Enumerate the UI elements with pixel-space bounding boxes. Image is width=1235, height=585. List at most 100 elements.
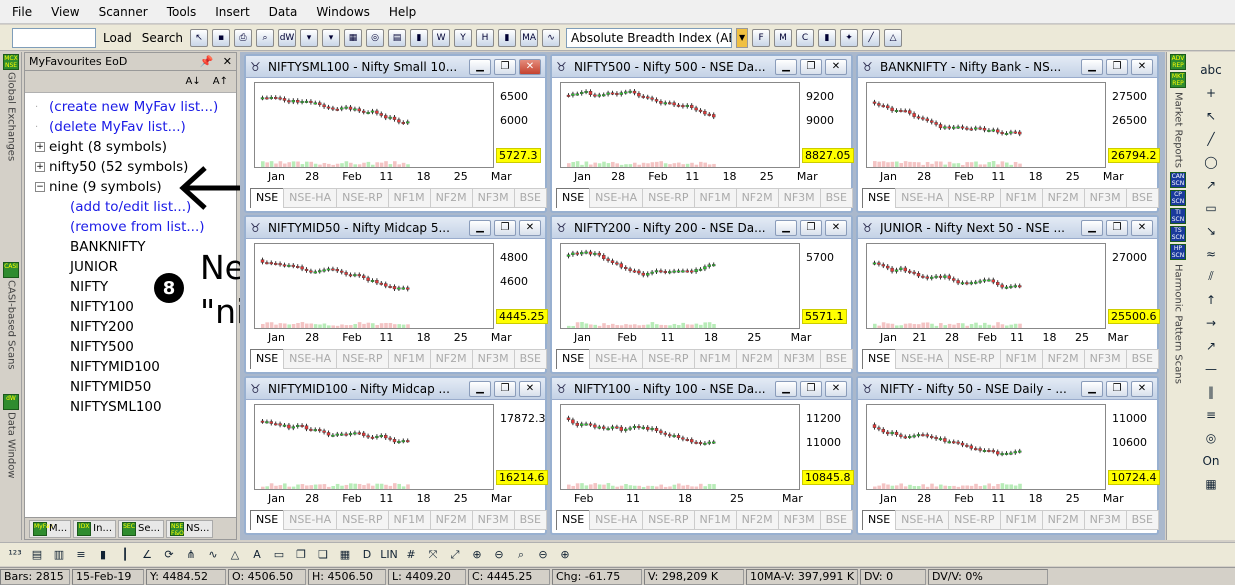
right-tab-icon[interactable]: MKT REP (1170, 72, 1186, 88)
exchange-tab[interactable]: NF2M (735, 188, 779, 208)
print-icon[interactable]: ⎙ (234, 28, 253, 47)
menu-scanner[interactable]: Scanner (99, 5, 148, 19)
tree-item[interactable]: NIFTYMID100 (25, 357, 236, 377)
exchange-tab[interactable]: NSE-HA (895, 349, 950, 369)
expand-collapse-icon[interactable]: + (35, 142, 45, 152)
menu-windows[interactable]: Windows (316, 5, 370, 19)
restore-button[interactable]: ❐ (800, 219, 822, 236)
exchange-tab[interactable]: NF1M (387, 349, 431, 369)
exchange-tab[interactable]: NSE-RP (948, 510, 1001, 530)
close-button[interactable]: ✕ (519, 219, 541, 236)
close-button[interactable]: ✕ (1131, 380, 1153, 397)
exchange-tab[interactable]: NF2M (1041, 349, 1085, 369)
panel-tab[interactable]: IDX In... (73, 519, 116, 538)
globe-icon[interactable]: ◎ (366, 28, 385, 47)
grid-icon[interactable]: ▤ (388, 28, 407, 47)
ellipse-tool-icon[interactable]: ◯ (1193, 150, 1229, 173)
exchange-tab[interactable]: NSE-HA (283, 510, 338, 530)
harmonic-icon[interactable]: △ (884, 28, 903, 47)
minimize-button[interactable]: ▁ (1081, 380, 1103, 397)
exchange-tab[interactable]: NSE-RP (642, 510, 695, 530)
restore-button[interactable]: ❐ (800, 58, 822, 75)
vertical-lines-icon[interactable]: ‖ (1193, 380, 1229, 403)
exchange-tab[interactable]: BSE (819, 510, 853, 530)
pointer-icon[interactable]: ↖ (1193, 104, 1229, 127)
expand-collapse-icon[interactable]: − (35, 182, 45, 192)
price-plot[interactable] (254, 243, 494, 329)
exchange-tab[interactable]: BSE (1125, 510, 1159, 530)
menu-data[interactable]: Data (269, 5, 298, 19)
tree-item[interactable]: NIFTYMID50 (25, 377, 236, 397)
cursor-icon[interactable]: ↖ (190, 28, 209, 47)
exchange-tab[interactable]: NSE-HA (589, 188, 644, 208)
exchange-tab[interactable]: NF3M (1083, 188, 1127, 208)
price-plot[interactable] (560, 82, 800, 168)
exchange-tab[interactable]: NSE (862, 349, 897, 369)
exchange-tab[interactable]: NF2M (1041, 188, 1085, 208)
save-icon[interactable]: ▪ (212, 28, 231, 47)
price-plot[interactable] (560, 243, 800, 329)
exchange-tab[interactable]: NSE (556, 510, 591, 530)
arrow-down-icon[interactable]: ▾ (300, 28, 319, 47)
spiral-icon[interactable]: ◎ (1193, 426, 1229, 449)
exchange-tab[interactable]: NF3M (777, 510, 821, 530)
cycle-icon[interactable]: ⟳ (160, 546, 178, 564)
trendline-icon[interactable]: ↗ (1193, 173, 1229, 196)
numbers-icon[interactable]: ¹²³ (6, 546, 24, 564)
exchange-tab[interactable]: BSE (513, 188, 547, 208)
tree-link[interactable]: · (delete MyFav list...) (25, 117, 236, 137)
wave-icon[interactable]: ∿ (204, 546, 222, 564)
minimize-button[interactable]: ▁ (775, 219, 797, 236)
price-plot[interactable] (560, 404, 800, 490)
search-button[interactable]: Search (139, 31, 186, 45)
star-icon[interactable]: ✦ (840, 28, 859, 47)
ray-icon[interactable]: ↘ (1193, 219, 1229, 242)
indicator-select[interactable]: Absolute Breadth Index (ABI (566, 27, 733, 48)
exchange-tab[interactable]: NF1M (693, 349, 737, 369)
bars-icon[interactable]: ▮ (498, 28, 517, 47)
price-plot[interactable] (254, 404, 494, 490)
grid-tool-icon[interactable]: ▦ (1193, 472, 1229, 495)
exchange-tab[interactable]: NF1M (693, 510, 737, 530)
right-tab-icon[interactable]: ADV REP (1170, 54, 1186, 70)
close-button[interactable]: ✕ (825, 58, 847, 75)
sort-ascending-button[interactable]: A↓ (186, 76, 201, 87)
minus-icon[interactable]: ⊖ (534, 546, 552, 564)
year-icon[interactable]: Y (454, 28, 473, 47)
minimize-button[interactable]: ▁ (1081, 219, 1103, 236)
right-tab-icon[interactable]: HP SCN (1170, 243, 1186, 260)
line-tool-icon[interactable]: ╱ (1193, 127, 1229, 150)
exchange-tab[interactable]: NF1M (387, 510, 431, 530)
linear-icon[interactable]: LIN (380, 546, 398, 564)
ticks-icon[interactable]: ┃ (116, 546, 134, 564)
exchange-tab[interactable]: NSE (862, 188, 897, 208)
exchange-tab[interactable]: BSE (1125, 188, 1159, 208)
panel-tab[interactable]: MyFav M... (29, 519, 72, 538)
exchange-tab[interactable]: NSE-RP (642, 188, 695, 208)
tab-data-window[interactable]: dW Data Window (1, 394, 21, 478)
close-icon[interactable]: ✕ (223, 55, 232, 68)
exchange-tab[interactable]: NF2M (1041, 510, 1085, 530)
exchange-tab[interactable]: NSE-RP (336, 188, 389, 208)
data-window-icon[interactable]: dW (278, 28, 297, 47)
menu-view[interactable]: View (51, 5, 79, 19)
symbol-input[interactable] (12, 27, 96, 48)
stack-icon[interactable]: ▥ (50, 546, 68, 564)
restore-button[interactable]: ❐ (1106, 219, 1128, 236)
menu-tools[interactable]: Tools (167, 5, 197, 19)
pattern-icon[interactable]: ╱ (862, 28, 881, 47)
minimize-button[interactable]: ▁ (775, 58, 797, 75)
restore-button[interactable]: ❐ (494, 380, 516, 397)
right-tab-label[interactable]: Market Reports (1173, 92, 1184, 168)
exchange-tab[interactable]: NF2M (429, 188, 473, 208)
close-button[interactable]: ✕ (519, 58, 541, 75)
right-tab-icon[interactable]: TI SCN (1170, 207, 1186, 224)
exchange-tab[interactable]: NF2M (429, 349, 473, 369)
fit-icon[interactable]: ⤧ (424, 546, 442, 564)
zoom-icon[interactable]: ▾ (322, 28, 341, 47)
note-icon[interactable]: ▭ (270, 546, 288, 564)
segment-icon[interactable]: — (1193, 357, 1229, 380)
minimize-button[interactable]: ▁ (1081, 58, 1103, 75)
exchange-tab[interactable]: BSE (819, 349, 853, 369)
pin-icon[interactable]: 📌 (200, 55, 214, 68)
